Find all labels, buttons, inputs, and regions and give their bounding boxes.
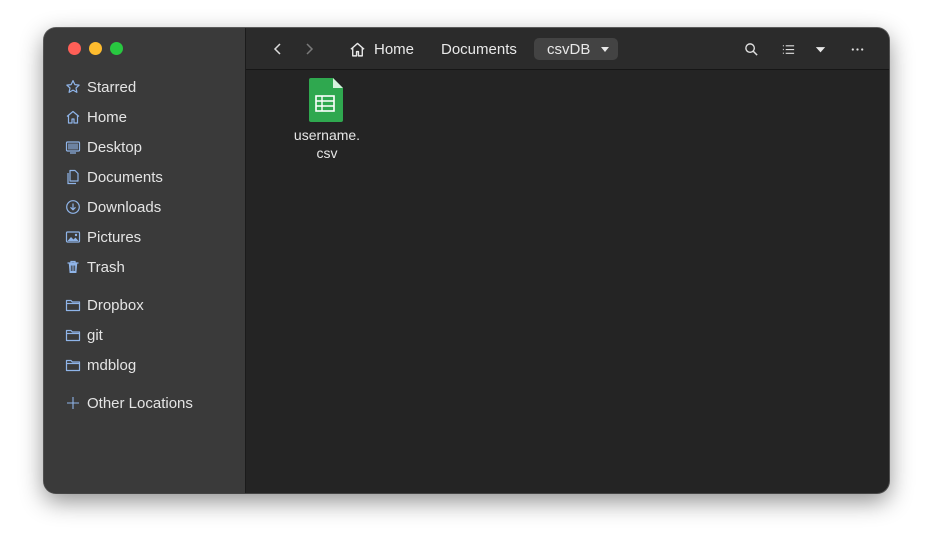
sidebar-item-desktop[interactable]: Desktop xyxy=(44,132,245,162)
caret-down-icon xyxy=(815,46,825,52)
file-item[interactable]: username. csv xyxy=(282,76,372,162)
sidebar-item-label: Documents xyxy=(87,168,163,186)
minimize-window-button[interactable] xyxy=(89,42,102,55)
sidebar-item-other-locations[interactable]: Other Locations xyxy=(44,388,245,418)
file-name: username. csv xyxy=(293,127,361,161)
sidebar-item-dropbox[interactable]: Dropbox xyxy=(44,290,245,320)
desktop-icon xyxy=(64,139,81,156)
spreadsheet-file-icon xyxy=(309,78,343,122)
maximize-window-button[interactable] xyxy=(110,42,123,55)
sidebar-separator xyxy=(44,380,245,388)
chevron-right-icon xyxy=(306,43,314,55)
sidebar-item-label: Desktop xyxy=(87,138,143,156)
folder-icon xyxy=(64,327,81,344)
sidebar-item-git[interactable]: git xyxy=(44,320,245,350)
list-view-button[interactable] xyxy=(777,38,799,60)
file-view: username. csv xyxy=(246,70,889,493)
picture-icon xyxy=(64,229,81,246)
documents-icon xyxy=(64,169,81,186)
sidebar-item-label: Trash xyxy=(87,258,125,276)
sidebar-places: Starred Home Desktop Documents Downloads… xyxy=(44,72,245,418)
sidebar-separator xyxy=(44,282,245,290)
sidebar: Starred Home Desktop Documents Downloads… xyxy=(44,28,246,493)
sidebar-item-label: git xyxy=(87,326,103,344)
sidebar-item-label: Other Locations xyxy=(87,394,193,412)
sidebar-item-pictures[interactable]: Pictures xyxy=(44,222,245,252)
folder-icon xyxy=(64,297,81,314)
sidebar-item-mdblog[interactable]: mdblog xyxy=(44,350,245,380)
forward-button[interactable] xyxy=(298,38,320,60)
sidebar-item-trash[interactable]: Trash xyxy=(44,252,245,282)
chevron-left-icon xyxy=(273,43,281,55)
main-pane: Home Documents csvDB username. csv xyxy=(246,28,889,493)
plus-icon xyxy=(64,395,81,412)
sidebar-item-downloads[interactable]: Downloads xyxy=(44,192,245,222)
sidebar-item-label: Pictures xyxy=(87,228,142,246)
breadcrumb-home[interactable]: Home xyxy=(349,38,414,60)
sidebar-item-label: Starred xyxy=(87,78,137,96)
home-icon xyxy=(350,42,365,57)
breadcrumb-documents[interactable]: Documents xyxy=(441,38,517,60)
list-view-icon xyxy=(782,44,794,54)
sidebar-item-home[interactable]: Home xyxy=(44,102,245,132)
sidebar-item-documents[interactable]: Documents xyxy=(44,162,245,192)
view-options-button[interactable] xyxy=(809,38,831,60)
header-bar: Home Documents csvDB xyxy=(246,28,889,70)
close-window-button[interactable] xyxy=(68,42,81,55)
sidebar-item-label: Downloads xyxy=(87,198,162,216)
star-icon xyxy=(64,79,81,96)
trash-icon xyxy=(64,259,81,276)
breadcrumb-label: Home xyxy=(374,40,415,58)
window-controls xyxy=(68,42,123,55)
sidebar-item-label: Home xyxy=(87,108,128,126)
folder-icon xyxy=(64,357,81,374)
file-manager-window: Starred Home Desktop Documents Downloads… xyxy=(44,28,889,493)
breadcrumb-current-folder[interactable]: csvDB xyxy=(534,38,619,60)
home-icon xyxy=(64,109,81,126)
caret-down-icon[interactable] xyxy=(600,44,610,54)
more-options-icon xyxy=(851,47,863,51)
breadcrumb-label: Documents xyxy=(441,40,517,58)
sidebar-item-label: Dropbox xyxy=(87,296,144,314)
download-icon xyxy=(64,199,81,216)
back-button[interactable] xyxy=(267,38,289,60)
sidebar-item-starred[interactable]: Starred xyxy=(44,72,245,102)
breadcrumb-label: csvDB xyxy=(547,40,591,58)
sidebar-item-label: mdblog xyxy=(87,356,137,374)
search-button[interactable] xyxy=(740,38,762,60)
search-icon xyxy=(744,42,758,56)
menu-button[interactable] xyxy=(846,38,868,60)
